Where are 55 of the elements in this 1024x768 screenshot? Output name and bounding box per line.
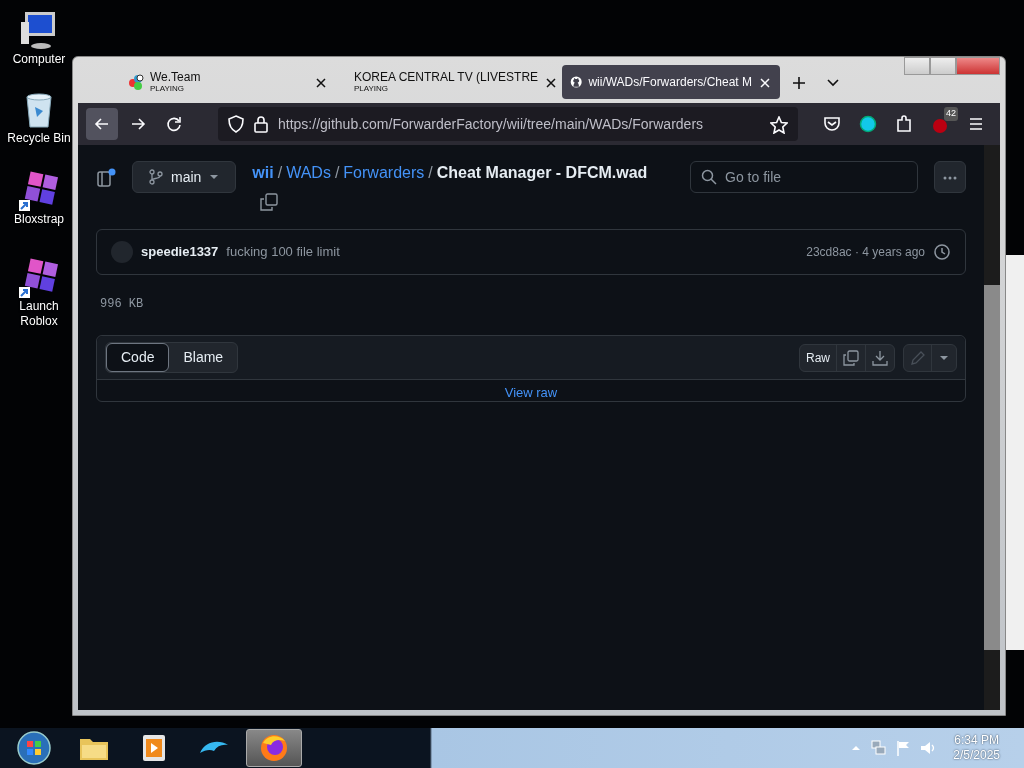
circle-icon[interactable]	[859, 115, 877, 133]
breadcrumb-link[interactable]: Forwarders	[343, 161, 425, 185]
more-icon	[943, 175, 957, 180]
icon-label: Launch Roblox	[18, 299, 60, 329]
puzzle-icon[interactable]	[895, 115, 913, 133]
view-tab[interactable]: Code	[106, 343, 170, 372]
new-tab-icon[interactable]	[792, 75, 806, 90]
file-name: Cheat Manager - DFCM.wad	[436, 163, 648, 183]
breadcrumb-link[interactable]: WADs	[286, 161, 331, 185]
path-separator: /	[428, 163, 433, 183]
start-button-icon[interactable]	[16, 730, 52, 766]
branch-icon	[149, 169, 163, 185]
branch-selector[interactable]: main	[132, 161, 237, 193]
history-icon[interactable]	[933, 243, 951, 261]
pocket-icon[interactable]	[823, 115, 841, 133]
tab-title: We.Team	[150, 71, 201, 84]
view-raw-link[interactable]: View raw	[504, 385, 558, 400]
tab-title: wii/WADs/Forwarders/Cheat M	[588, 75, 752, 89]
commit-info[interactable]: 23cd8ac · 4 years ago	[806, 243, 925, 261]
path-separator: /	[277, 163, 283, 183]
address-bar[interactable]: https://github.com/ForwarderFactory/wii/tree/main/WADs/Forwarders	[218, 107, 798, 141]
icon-label: Recycle Bin	[6, 131, 72, 146]
path-separator: /	[334, 163, 340, 183]
search-icon	[701, 169, 717, 185]
reload-icon[interactable]	[165, 115, 183, 133]
breadcrumb-link[interactable]: wii	[252, 161, 274, 185]
close-icon[interactable]	[546, 77, 557, 88]
download-icon[interactable]	[872, 350, 888, 367]
copy-icon[interactable]	[843, 350, 859, 367]
search-field[interactable]: Go to file	[690, 161, 918, 193]
browser-tab[interactable]: wii/WADs/Forwarders/Cheat M	[562, 65, 780, 99]
caret-icon	[209, 172, 220, 182]
tab-status: PLAYING	[354, 84, 390, 93]
star-icon[interactable]	[770, 115, 788, 134]
app-logo-icon	[126, 73, 144, 91]
icon-label: Computer	[11, 52, 67, 67]
menu-icon[interactable]	[967, 115, 985, 133]
copy-icon[interactable]	[260, 192, 279, 211]
commit-author[interactable]: speedie1337	[141, 242, 219, 262]
file-size: 996 KB	[100, 296, 145, 313]
icon-label: Bloxstrap	[13, 212, 65, 227]
tab-title: KOREA CENTRAL TV (LIVESTRE	[354, 71, 539, 84]
count-badge: 42	[944, 107, 958, 121]
close-icon[interactable]	[316, 77, 326, 88]
tab-status: PLAYING	[150, 84, 186, 93]
browser-tab[interactable]: KOREA CENTRAL TV (LIVESTRE PLAYING	[340, 65, 558, 99]
view-tab[interactable]: Blame	[169, 343, 238, 372]
shield-icon	[228, 115, 244, 133]
commit-message[interactable]: fucking 100 file limit	[226, 242, 340, 262]
browser-tab[interactable]: We.Team PLAYING	[118, 65, 336, 99]
lock-icon	[254, 115, 268, 133]
url-text: https://github.com/ForwarderFactory/wii/tree/main/WADs/Forwarders	[278, 114, 704, 134]
pencil-icon	[910, 350, 926, 367]
scrollbar-thumb[interactable]	[984, 285, 1000, 650]
sidebar-toggle-icon[interactable]	[96, 167, 116, 188]
